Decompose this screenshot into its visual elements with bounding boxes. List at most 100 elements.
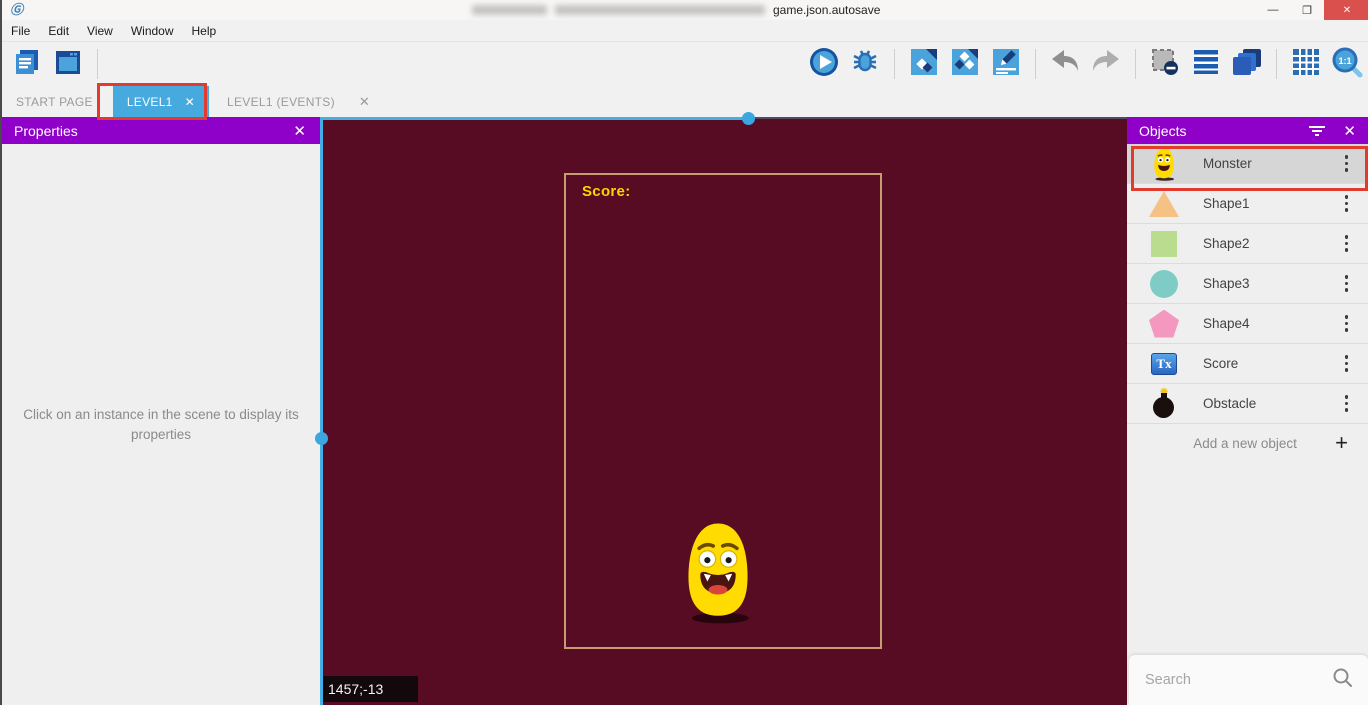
object-label: Obstacle — [1203, 396, 1345, 411]
tab-start-page[interactable]: START PAGE — [2, 86, 107, 117]
object-row-shape3[interactable]: Shape3 — [1127, 264, 1368, 304]
grid-button[interactable] — [1289, 47, 1323, 81]
objects-header: Objects ✕ — [1127, 117, 1368, 144]
layers-icon — [1231, 47, 1263, 82]
layers-button[interactable] — [1230, 47, 1264, 81]
clear-selection-button[interactable] — [1148, 47, 1182, 81]
objects-editor-button[interactable] — [907, 47, 941, 81]
restore-button[interactable]: ❐ — [1290, 0, 1324, 20]
object-label: Shape2 — [1203, 236, 1345, 251]
close-button[interactable]: ✕ — [1324, 0, 1368, 20]
scene-properties-button[interactable] — [989, 47, 1023, 81]
menu-edit[interactable]: Edit — [39, 20, 78, 42]
object-groups-button[interactable] — [948, 47, 982, 81]
panel-resize-divider-left[interactable] — [320, 117, 323, 705]
debug-button[interactable] — [848, 47, 882, 81]
redacted-title-segment — [472, 5, 547, 15]
zoom-1-1-icon: 1:1 — [1331, 46, 1363, 83]
object-menu-icon[interactable] — [1345, 275, 1349, 292]
redo-button[interactable] — [1089, 47, 1123, 81]
tab-close-icon[interactable]: ✕ — [185, 95, 195, 109]
text-object-icon: Tx — [1149, 347, 1179, 381]
tab-label: LEVEL1 (EVENTS) — [227, 95, 335, 109]
zoom-reset-button[interactable]: 1:1 — [1330, 47, 1364, 81]
toolbar-separator — [1035, 49, 1036, 79]
object-row-score[interactable]: Tx Score — [1127, 344, 1368, 384]
objects-close-icon[interactable]: ✕ — [1341, 122, 1358, 140]
toolbar-separator — [97, 49, 98, 79]
minimize-button[interactable]: — — [1256, 0, 1290, 20]
add-object-label: Add a new object — [1127, 436, 1335, 451]
bug-icon — [850, 47, 880, 82]
object-row-monster[interactable]: Monster — [1127, 144, 1368, 184]
menu-bar: File Edit View Window Help — [2, 20, 1368, 42]
object-row-shape4[interactable]: Shape4 — [1127, 304, 1368, 344]
instances-list-button[interactable] — [1189, 47, 1223, 81]
resize-handle-top[interactable] — [742, 112, 755, 125]
object-row-shape2[interactable]: Shape2 — [1127, 224, 1368, 264]
properties-empty-message: Click on an instance in the scene to dis… — [12, 405, 310, 445]
tab-label: START PAGE — [16, 95, 93, 109]
object-menu-icon[interactable] — [1345, 195, 1349, 212]
object-label: Shape3 — [1203, 276, 1345, 291]
objects-title: Objects — [1139, 123, 1309, 139]
gdevelop-window: Ⓖ game.json.autosave — ❐ ✕ File Edit Vie… — [0, 0, 1368, 705]
window-icon — [53, 47, 83, 82]
tx-glyph: Tx — [1151, 353, 1177, 375]
menu-help[interactable]: Help — [183, 20, 226, 42]
project-manager-button[interactable] — [10, 47, 44, 81]
resize-handle-left[interactable] — [315, 432, 328, 445]
title-bar: Ⓖ game.json.autosave — ❐ ✕ — [2, 0, 1368, 20]
object-label: Shape4 — [1203, 316, 1345, 331]
object-label: Monster — [1203, 156, 1345, 171]
tab-level1-events[interactable]: LEVEL1 (EVENTS) — [213, 86, 349, 117]
square-icon — [1149, 227, 1179, 261]
toolbar-separator — [1135, 49, 1136, 79]
cubes-icon — [950, 47, 980, 82]
menu-view[interactable]: View — [78, 20, 122, 42]
object-row-obstacle[interactable]: ✹ Obstacle — [1127, 384, 1368, 424]
properties-close-icon[interactable]: ✕ — [291, 122, 308, 140]
add-object-row[interactable]: Add a new object + — [1127, 424, 1368, 462]
window-controls: — ❐ ✕ — [1256, 0, 1368, 20]
toolbar-separator — [1276, 49, 1277, 79]
object-menu-icon[interactable] — [1345, 395, 1349, 412]
toolbar-separator — [894, 49, 895, 79]
undo-arrow-icon — [1049, 49, 1081, 80]
object-menu-icon[interactable] — [1345, 355, 1349, 372]
object-menu-icon[interactable] — [1345, 315, 1349, 332]
gdevelop-logo-icon: Ⓖ — [10, 2, 30, 18]
properties-header: Properties ✕ — [2, 117, 320, 144]
object-row-shape1[interactable]: Shape1 — [1127, 184, 1368, 224]
menu-file[interactable]: File — [2, 20, 39, 42]
tab-label: LEVEL1 — [127, 95, 173, 109]
undo-button[interactable] — [1048, 47, 1082, 81]
object-menu-icon[interactable] — [1345, 155, 1349, 172]
main-area: Properties ✕ Click on an instance in the… — [2, 117, 1368, 705]
object-label: Shape1 — [1203, 196, 1345, 211]
window-title: game.json.autosave — [472, 2, 880, 18]
panel-resize-divider-top[interactable] — [320, 117, 750, 120]
bomb-icon: ✹ — [1149, 387, 1179, 421]
search-input[interactable] — [1129, 672, 1332, 688]
plus-icon[interactable]: + — [1335, 430, 1348, 456]
filter-icon[interactable] — [1309, 126, 1325, 136]
list-icon — [1191, 47, 1221, 82]
objects-panel: Objects ✕ — [1127, 117, 1368, 705]
toolbar: 1:1 — [2, 42, 1368, 86]
cursor-coordinates: 1457;-13 — [320, 676, 418, 702]
score-text-object[interactable]: Score: — [582, 183, 631, 200]
deselect-icon — [1150, 47, 1180, 82]
object-menu-icon[interactable] — [1345, 235, 1349, 252]
menu-window[interactable]: Window — [122, 20, 183, 42]
monster-instance[interactable] — [680, 520, 756, 629]
project-manager-icon — [12, 47, 42, 82]
scene-canvas[interactable]: Score: 1457;-13 — [320, 117, 1127, 705]
tab-events-close-icon[interactable]: ✕ — [349, 86, 380, 117]
tab-level1[interactable]: LEVEL1 ✕ — [113, 86, 209, 117]
play-button[interactable] — [807, 47, 841, 81]
redacted-path-segment — [555, 5, 765, 15]
window-title-text: game.json.autosave — [773, 3, 880, 17]
start-page-button[interactable] — [51, 47, 85, 81]
panel-divider-top-dark — [750, 117, 1127, 119]
